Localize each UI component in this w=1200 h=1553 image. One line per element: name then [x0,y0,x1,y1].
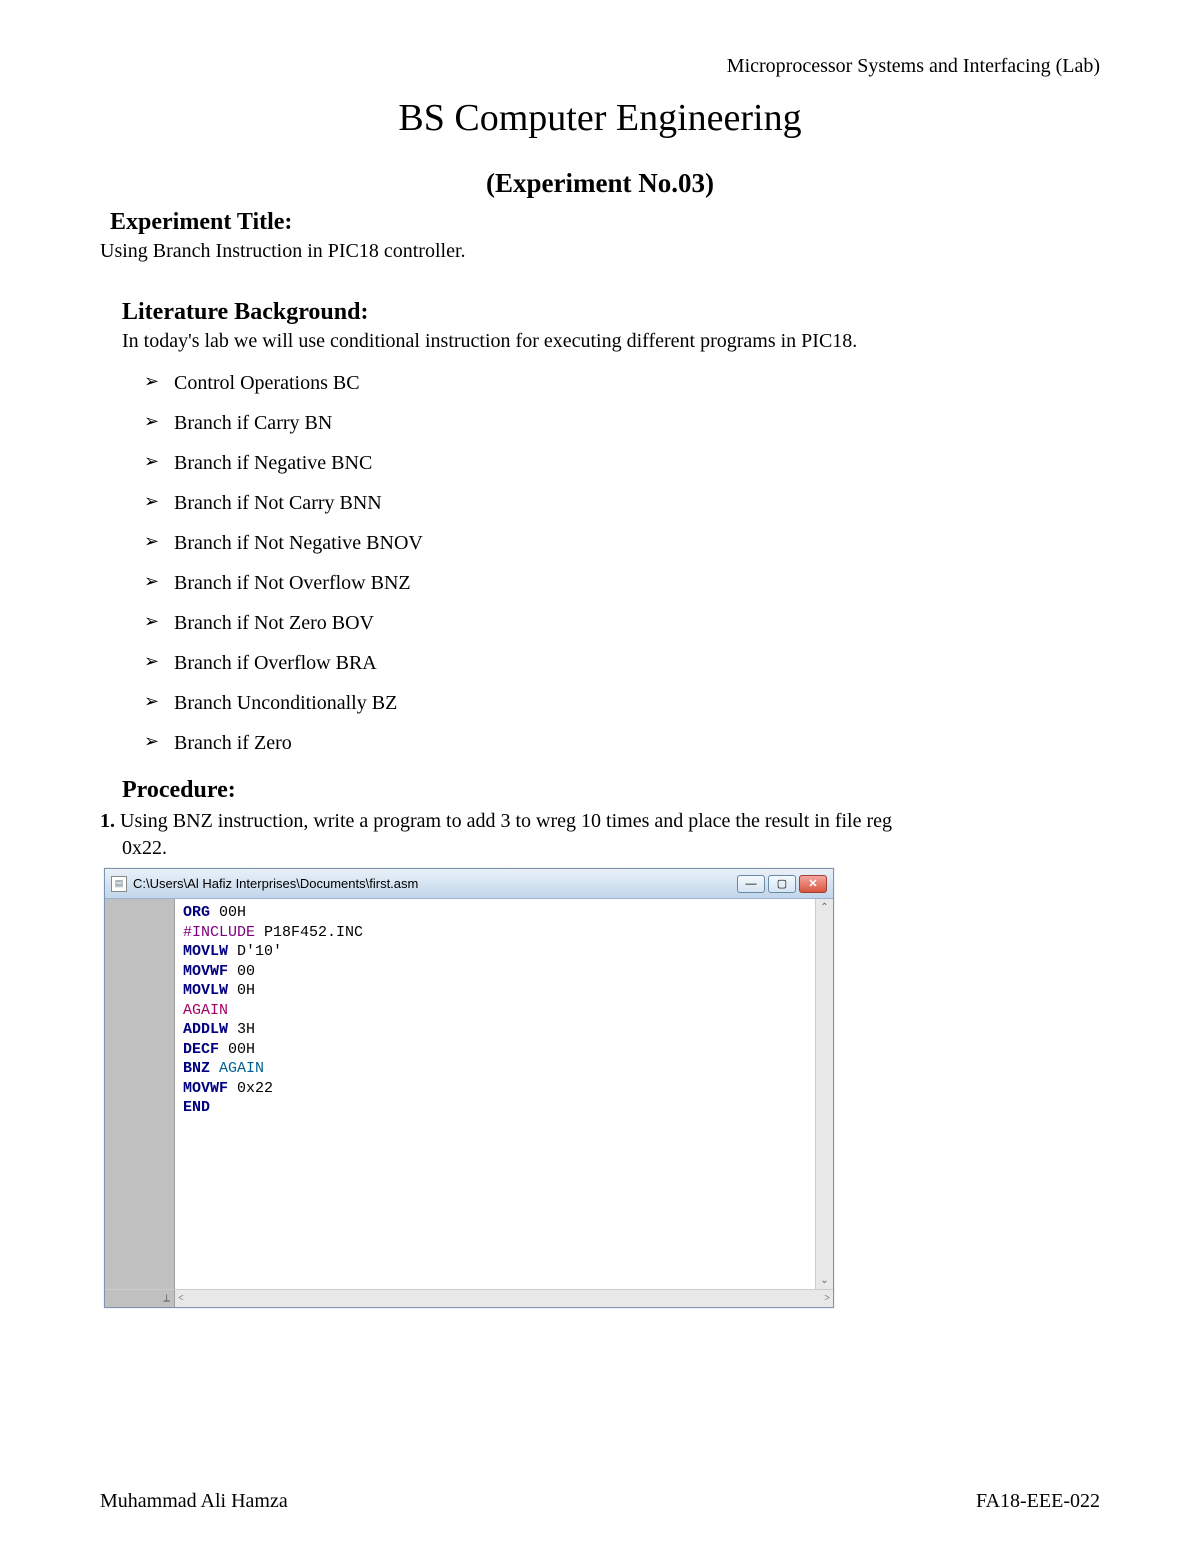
list-item: Branch if Overflow BRA [144,643,1100,683]
editor-code-area[interactable]: ORG 00H #INCLUDE P18F452.INC MOVLW D'10'… [175,899,815,1289]
list-item: Branch if Not Carry BNN [144,483,1100,523]
course-header: Microprocessor Systems and Interfacing (… [100,55,1100,78]
literature-heading: Literature Background: [122,299,1100,326]
editor-body: ORG 00H #INCLUDE P18F452.INC MOVLW D'10'… [105,899,833,1289]
branch-instruction-list: Control Operations BC Branch if Carry BN… [144,363,1100,763]
experiment-title-body: Using Branch Instruction in PIC18 contro… [100,240,1100,263]
maximize-button[interactable]: ▢ [768,875,796,893]
scroll-down-icon[interactable]: ⌄ [820,1275,828,1286]
close-button[interactable]: ✕ [799,875,827,893]
horizontal-scrollbar[interactable]: ⟂ < > [105,1289,833,1307]
minimize-button[interactable]: — [737,875,765,893]
editor-gutter [105,899,175,1289]
list-item: Control Operations BC [144,363,1100,403]
degree-title: BS Computer Engineering [100,96,1100,140]
window-controls: — ▢ ✕ [737,875,827,893]
footer-author: Muhammad Ali Hamza [100,1490,288,1513]
gutter-corner: ⟂ [105,1290,175,1307]
step-text-line1: Using BNZ instruction, write a program t… [120,810,892,832]
editor-file-icon: ▤ [111,876,127,892]
procedure-step: 1. Using BNZ instruction, write a progra… [100,808,1100,862]
scroll-left-icon[interactable]: < [178,1293,184,1304]
step-number: 1. [100,810,115,832]
list-item: Branch if Carry BN [144,403,1100,443]
editor-titlebar[interactable]: ▤ C:\Users\Al Hafiz Interprises\Document… [105,869,833,899]
list-item: Branch Unconditionally BZ [144,683,1100,723]
page-footer: Muhammad Ali Hamza FA18-EEE-022 [100,1490,1100,1513]
scroll-up-icon[interactable]: ⌃ [820,902,828,913]
procedure-heading: Procedure: [122,777,1100,804]
list-item: Branch if Negative BNC [144,443,1100,483]
list-item: Branch if Not Zero BOV [144,603,1100,643]
vertical-scrollbar[interactable]: ⌃ ⌄ [815,899,833,1289]
list-item: Branch if Not Negative BNOV [144,523,1100,563]
literature-body: In today's lab we will use conditional i… [122,330,1100,353]
experiment-title-heading: Experiment Title: [110,209,1100,236]
code-editor-window: ▤ C:\Users\Al Hafiz Interprises\Document… [104,868,834,1308]
footer-id: FA18-EEE-022 [976,1490,1100,1513]
scroll-right-icon[interactable]: > [824,1293,830,1304]
list-item: Branch if Not Overflow BNZ [144,563,1100,603]
step-text-line2: 0x22. [122,835,1100,862]
list-item: Branch if Zero [144,723,1100,763]
experiment-number: (Experiment No.03) [100,168,1100,199]
editor-title-text: C:\Users\Al Hafiz Interprises\Documents\… [133,876,737,891]
